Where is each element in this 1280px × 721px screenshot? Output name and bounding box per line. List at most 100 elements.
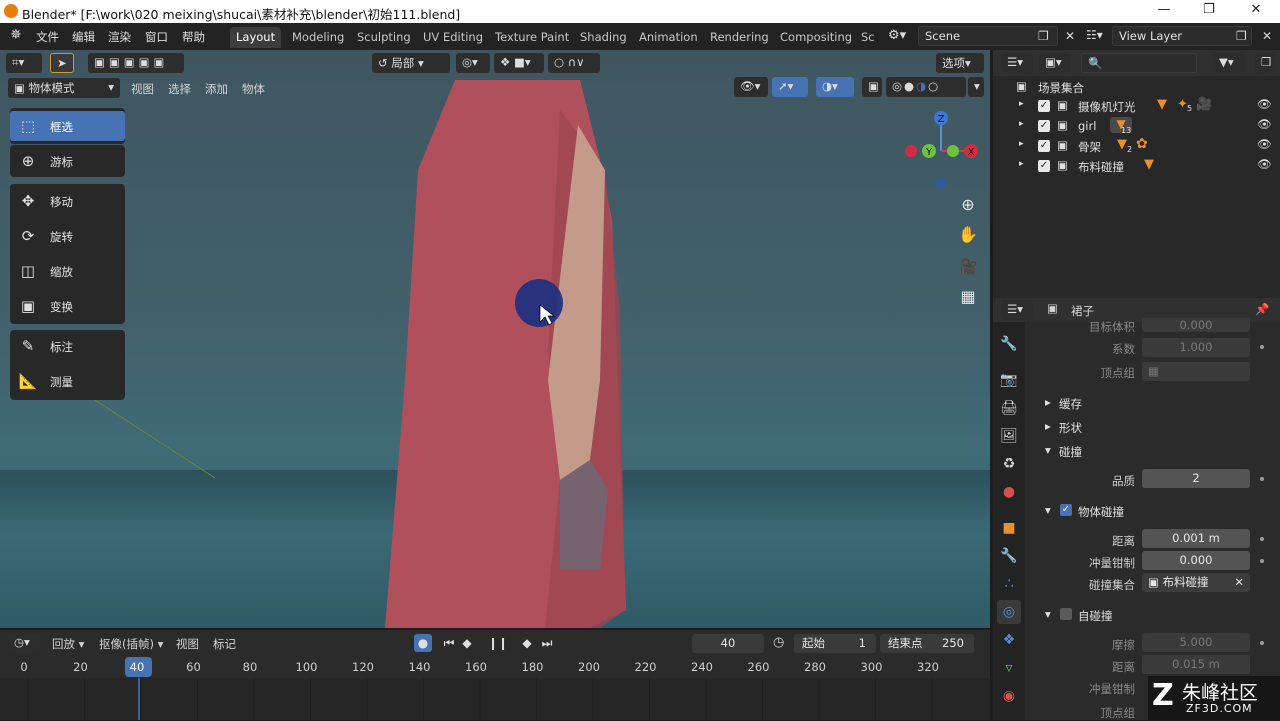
navigation-gizmo[interactable]: Z Y X <box>900 108 980 192</box>
scene-selector-icon[interactable]: ⚙▾ <box>888 28 914 48</box>
world-tab-icon[interactable]: ● <box>997 480 1021 504</box>
shading-modes-icons[interactable]: ◎●◑○ <box>886 77 966 97</box>
tab-texture-paint[interactable]: Texture Paint <box>489 27 575 48</box>
distance-field[interactable]: 0.001 m <box>1142 529 1250 548</box>
xray-icon[interactable]: ▣ <box>862 77 882 97</box>
camera-view-icon[interactable]: 🎥 <box>956 255 980 279</box>
tool-box-select[interactable]: ⬚ 框选 <box>10 111 125 141</box>
properties-editor-type-icon[interactable]: ☰▾ <box>1001 300 1033 320</box>
outliner-search-input[interactable]: 🔍 <box>1081 53 1197 73</box>
3d-viewport[interactable] <box>0 50 990 628</box>
maximize-button[interactable]: ❐ <box>1195 2 1223 20</box>
selection-mode-icons[interactable]: ▣▣▣▣▣ <box>88 53 184 73</box>
self-collision-checkbox[interactable] <box>1060 608 1072 620</box>
shading-options-icon[interactable]: ▾ <box>968 77 984 97</box>
expand-arrow-icon[interactable]: ▸ <box>1019 119 1024 129</box>
jump-end-button[interactable]: ⏭ <box>538 634 556 652</box>
eye-visibility-icon[interactable]: 👁 <box>1257 117 1272 131</box>
outliner-item-armature[interactable]: ▸ ✓ ▣ 骨架 ▼ 2 ✿ 👁 <box>993 136 1280 156</box>
tab-uv-editing[interactable]: UV Editing <box>417 27 489 48</box>
new-collection-icon[interactable]: ❐ <box>1255 53 1275 73</box>
start-frame-field[interactable]: 起始 1 <box>794 634 876 653</box>
tool-measure[interactable]: 📐 测量 <box>10 366 125 396</box>
physics-tab-icon[interactable]: ◎ <box>997 600 1021 624</box>
end-frame-field[interactable]: 结束点 250 <box>880 634 974 653</box>
playback-menu[interactable]: 回放 ▾ <box>52 636 84 652</box>
render-tab-icon[interactable]: 📷 <box>997 368 1021 392</box>
menu-render[interactable]: 渲染 <box>108 29 131 45</box>
tool-transform[interactable]: ▣ 变换 <box>10 291 125 321</box>
checkbox-icon[interactable]: ✓ <box>1038 140 1050 152</box>
particles-tab-icon[interactable]: ∴ <box>997 572 1021 596</box>
gizmo-toggle-icon[interactable]: ➚▾ <box>772 77 808 97</box>
scene-name-field[interactable]: Scene <box>918 26 1058 46</box>
friction-field[interactable]: 5.000 <box>1142 633 1250 652</box>
object-collision-checkbox[interactable]: ✓ <box>1060 504 1072 516</box>
object-tab-icon[interactable]: ■ <box>997 516 1021 540</box>
prev-keyframe-button[interactable]: ◆ <box>458 634 476 652</box>
data-tab-icon[interactable]: ▿ <box>997 656 1021 680</box>
viewport-menu-select[interactable]: 选择 <box>168 81 191 97</box>
snap-icon[interactable]: ❖ ■▾ <box>494 53 544 73</box>
tab-shading[interactable]: Shading <box>574 27 633 48</box>
checkbox-icon[interactable]: ✓ <box>1038 160 1050 172</box>
menu-file[interactable]: 文件 <box>36 29 59 45</box>
editor-type-icon[interactable]: ⌗▾ <box>6 53 42 73</box>
viewport-menu-view[interactable]: 视图 <box>131 81 154 97</box>
jump-start-button[interactable]: ⏮ <box>440 634 458 652</box>
filter-icon[interactable]: ▼▾ <box>1213 53 1245 73</box>
view-layer-field[interactable]: View Layer <box>1112 26 1252 46</box>
viewport-menu-object[interactable]: 物体 <box>242 81 265 97</box>
tool-move[interactable]: ✥ 移动 <box>10 186 125 216</box>
tool-cursor[interactable]: ⊕ 游标 <box>10 146 125 176</box>
visibility-icon[interactable]: 👁▾ <box>734 77 768 97</box>
shape-section-arrow-icon[interactable]: ▸ <box>1045 419 1051 433</box>
self-collision-arrow-icon[interactable]: ▾ <box>1045 607 1051 621</box>
proportional-edit-icon[interactable]: ○ ∩∨ <box>548 53 600 73</box>
record-button[interactable]: ● <box>414 634 432 652</box>
expand-arrow-icon[interactable]: ▸ <box>1019 99 1024 109</box>
overlay-toggle-icon[interactable]: ◑▾ <box>816 77 854 97</box>
view-layer-icon[interactable]: ☷▾ <box>1086 28 1103 42</box>
zoom-icon[interactable]: ⊕ <box>956 193 980 217</box>
tool-scale[interactable]: ◫ 缩放 <box>10 256 125 286</box>
outliner-item-camera-lights[interactable]: ▸ ✓ ▣ 摄像机灯光 ▼ ✦ 5 🎥 👁 <box>993 96 1280 116</box>
pan-hand-icon[interactable]: ✋ <box>956 223 980 247</box>
expand-arrow-icon[interactable]: ▸ <box>1019 139 1024 149</box>
eye-visibility-icon[interactable]: 👁 <box>1257 137 1272 151</box>
timeline-menu-marker[interactable]: 标记 <box>213 636 236 652</box>
tab-modeling[interactable]: Modeling <box>286 27 350 48</box>
outliner-item-cloth-collision[interactable]: ▸ ✓ ▣ 布料碰撞 ▼ 👁 <box>993 156 1280 176</box>
shape-section-header[interactable]: 形状 <box>1059 420 1082 436</box>
keying-menu[interactable]: 抠像(插帧) ▾ <box>99 636 163 652</box>
object-collision-arrow-icon[interactable]: ▾ <box>1045 503 1051 517</box>
tool-annotate[interactable]: ✎ 标注 <box>10 331 125 361</box>
menu-window[interactable]: 窗口 <box>145 29 168 45</box>
tab-compositing[interactable]: Compositing <box>774 27 858 48</box>
factor-field[interactable]: 1.000 <box>1142 338 1250 357</box>
timeline-editor-type-icon[interactable]: ◷▾ <box>8 633 40 653</box>
display-mode-icon[interactable]: ▣▾ <box>1039 53 1071 73</box>
menu-help[interactable]: 帮助 <box>182 29 205 45</box>
outliner-editor-type-icon[interactable]: ☰▾ <box>1001 53 1033 73</box>
new-scene-icon[interactable]: ❐ <box>1038 29 1049 43</box>
cache-section-header[interactable]: 缓存 <box>1059 396 1082 412</box>
expand-arrow-icon[interactable]: ▸ <box>1019 159 1024 169</box>
collision-collection-field[interactable]: ▣ 布料碰撞 ✕ <box>1142 573 1250 592</box>
eye-visibility-icon[interactable]: 👁 <box>1257 97 1272 111</box>
tab-sculpting[interactable]: Sculpting <box>351 27 417 48</box>
select-tool-icon[interactable]: ➤ <box>50 53 74 73</box>
minimize-button[interactable]: — <box>1150 2 1178 20</box>
next-keyframe-button[interactable]: ◆ <box>518 634 536 652</box>
ortho-grid-icon[interactable]: ▦ <box>956 285 980 309</box>
eye-visibility-icon[interactable]: 👁 <box>1257 157 1272 171</box>
view-layer-tab-icon[interactable]: 🖼 <box>997 424 1021 448</box>
quality-field[interactable]: 2 <box>1142 469 1250 488</box>
vertex-group-field[interactable]: ▦ <box>1142 362 1250 381</box>
tab-animation[interactable]: Animation <box>633 27 704 48</box>
new-view-layer-icon[interactable]: ❐ <box>1236 29 1247 43</box>
pause-button[interactable]: ❙❙ <box>488 634 508 652</box>
clear-icon[interactable]: ✕ <box>1234 573 1244 592</box>
tab-layout[interactable]: Layout <box>230 27 282 48</box>
scene-tab-icon[interactable]: ♻ <box>997 452 1021 476</box>
